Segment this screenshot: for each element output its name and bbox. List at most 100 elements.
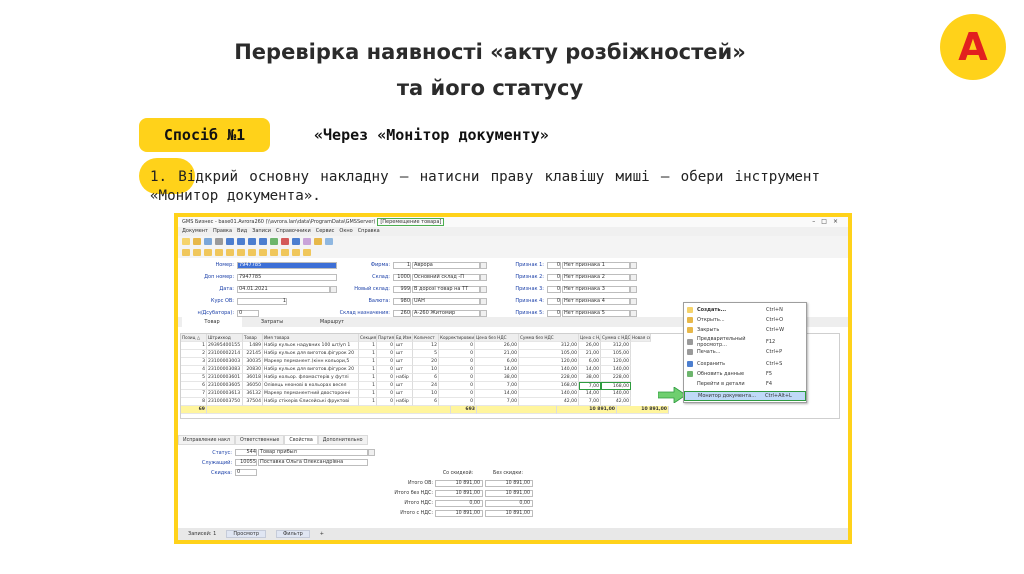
valuta-dropdown-icon[interactable]: [480, 297, 487, 305]
priznak-dropdown-icon[interactable]: [630, 285, 637, 293]
priznak-dropdown-icon[interactable]: [630, 261, 637, 269]
window-controls[interactable]: –□×: [812, 218, 844, 225]
menu-service[interactable]: Сервис: [316, 227, 335, 236]
tool-icon-10[interactable]: [281, 249, 289, 256]
col-price-no-vat[interactable]: Цена без НДС: [475, 334, 519, 342]
table-row[interactable]: 4 23100003083 20830 Набір кульок для виг…: [181, 366, 631, 374]
tool-icon-3[interactable]: [204, 249, 212, 256]
menu-document[interactable]: Документ: [182, 227, 208, 236]
menu-item-create[interactable]: Создать... Ctrl+N: [684, 305, 806, 315]
menu-help[interactable]: Справка: [358, 227, 380, 236]
sklad-nazn-dropdown-icon[interactable]: [480, 309, 487, 317]
tool-icon-6[interactable]: [237, 249, 245, 256]
firma-num[interactable]: 1: [393, 261, 411, 269]
close-icon[interactable]: ×: [833, 218, 844, 225]
valuta-num[interactable]: 980: [393, 297, 411, 305]
filter-button[interactable]: Фильтр: [276, 530, 310, 538]
col-qty[interactable]: Количест: [413, 334, 439, 342]
col-qty-adjust[interactable]: Корректировки кол-ва: [439, 334, 475, 342]
minimize-icon[interactable]: –: [812, 218, 821, 225]
menu-item-close[interactable]: Закрыть Ctrl+W: [684, 325, 806, 335]
menu-item-save[interactable]: Сохранить Ctrl+S: [684, 359, 806, 369]
tool-icon-7[interactable]: [248, 249, 256, 256]
menu-item-print[interactable]: Печать... Ctrl+P: [684, 347, 806, 357]
date-dropdown-icon[interactable]: [330, 285, 337, 293]
table-row[interactable]: 5 23100003601 36018 Набір кольор. фломас…: [181, 374, 631, 382]
menu-window[interactable]: Окно: [339, 227, 352, 236]
sklad-dropdown-icon[interactable]: [480, 273, 487, 281]
novy-sklad-dropdown-icon[interactable]: [480, 285, 487, 293]
employee-field[interactable]: Поставка Ольга Олександрівна: [258, 459, 368, 466]
col-product-name[interactable]: Имя товара: [263, 334, 359, 342]
table-row[interactable]: 1 29395400155 1489 Набір кульок надувних…: [181, 342, 631, 350]
priznak-num[interactable]: 0: [547, 297, 561, 305]
priznak-num[interactable]: 0: [547, 261, 561, 269]
view-button[interactable]: Просмотр: [226, 530, 266, 538]
menu-item-open[interactable]: Открыть... Ctrl+O: [684, 315, 806, 325]
sklad-nazn-num[interactable]: 260: [393, 309, 411, 317]
add-button[interactable]: +: [320, 531, 324, 537]
col-unit[interactable]: Ед Изм: [395, 334, 413, 342]
priznak-field[interactable]: Нет признака 1: [562, 261, 630, 269]
col-position[interactable]: Позиц △: [181, 334, 207, 342]
menu-item-document-monitor[interactable]: Монитор документа... Ctrl+Alt+L: [684, 391, 806, 401]
col-barcode[interactable]: Штрихкод: [207, 334, 243, 342]
priznak-dropdown-icon[interactable]: [630, 297, 637, 305]
col-new-section[interactable]: Новая секция: [631, 334, 651, 342]
firma-field[interactable]: Аврора: [412, 261, 480, 269]
tool-icon-12[interactable]: [303, 249, 311, 256]
menu-view[interactable]: Вид: [237, 227, 247, 236]
tab-tovar[interactable]: Товар: [182, 317, 242, 327]
col-product[interactable]: Товар: [243, 334, 263, 342]
table-row[interactable]: 8 23100003750 37504 Набір стікерів Єлисе…: [181, 398, 631, 406]
first-record-icon[interactable]: [226, 238, 234, 245]
sch-field[interactable]: 0: [237, 309, 259, 317]
kurs-field[interactable]: 1: [237, 297, 287, 305]
tab-properties[interactable]: Свойства: [284, 435, 318, 445]
novy-sklad-num[interactable]: 999: [393, 285, 411, 293]
menu-edit[interactable]: Правка: [213, 227, 232, 236]
table-row[interactable]: 7 23100003613 36132 Маркер перманентний …: [181, 390, 631, 398]
table-row[interactable]: 6 23100003605 36050 Олівець неонові в ко…: [181, 382, 631, 390]
menu-references[interactable]: Справочники: [276, 227, 311, 236]
menu-item-refresh[interactable]: Обновить данные F5: [684, 369, 806, 379]
priznak-num[interactable]: 0: [547, 273, 561, 281]
sklad-field[interactable]: Основний склад -П: [412, 273, 480, 281]
status-field[interactable]: Товар прибыл: [258, 449, 368, 456]
discount-field[interactable]: 0: [235, 469, 257, 476]
tab-responsible[interactable]: Ответственные: [234, 435, 285, 445]
menu-item-preview[interactable]: Предварительный просмотр... F12: [684, 336, 806, 348]
table-row[interactable]: 3 23100003003 30035 Маркер перманент.(кі…: [181, 358, 631, 366]
priznak-field[interactable]: Нет признака 2: [562, 273, 630, 281]
filter-icon[interactable]: [303, 238, 311, 245]
save-icon[interactable]: [204, 238, 212, 245]
delete-record-icon[interactable]: [281, 238, 289, 245]
print-icon[interactable]: [215, 238, 223, 245]
menu-records[interactable]: Записи: [252, 227, 271, 236]
open-folder-icon[interactable]: [193, 238, 201, 245]
save-record-icon[interactable]: [292, 238, 300, 245]
next-record-icon[interactable]: [248, 238, 256, 245]
tool-icon-9[interactable]: [270, 249, 278, 256]
search-icon[interactable]: [314, 238, 322, 245]
status-num[interactable]: 544: [235, 449, 257, 456]
tool-icon-2[interactable]: [193, 249, 201, 256]
tool-icon-11[interactable]: [292, 249, 300, 256]
tab-zatraty[interactable]: Затраты: [242, 317, 302, 327]
priznak-field[interactable]: Нет признака 4: [562, 297, 630, 305]
priznak-dropdown-icon[interactable]: [630, 309, 637, 317]
priznak-field[interactable]: Нет признака 5: [562, 309, 630, 317]
col-sum-vat[interactable]: Сумма с НДС: [601, 334, 631, 342]
tool-icon-8[interactable]: [259, 249, 267, 256]
tab-marshrut[interactable]: Маршрут: [302, 317, 362, 327]
prev-record-icon[interactable]: [237, 238, 245, 245]
priznak-num[interactable]: 0: [547, 309, 561, 317]
dop-nomer-field[interactable]: 7947785: [237, 273, 337, 281]
nomer-field[interactable]: 7947785: [237, 261, 337, 269]
add-record-icon[interactable]: [270, 238, 278, 245]
tool-icon-1[interactable]: [182, 249, 190, 256]
calculator-icon[interactable]: [325, 238, 333, 245]
employee-num[interactable]: 10055: [235, 459, 257, 466]
priznak-field[interactable]: Нет признака 3: [562, 285, 630, 293]
maximize-icon[interactable]: □: [821, 218, 833, 225]
